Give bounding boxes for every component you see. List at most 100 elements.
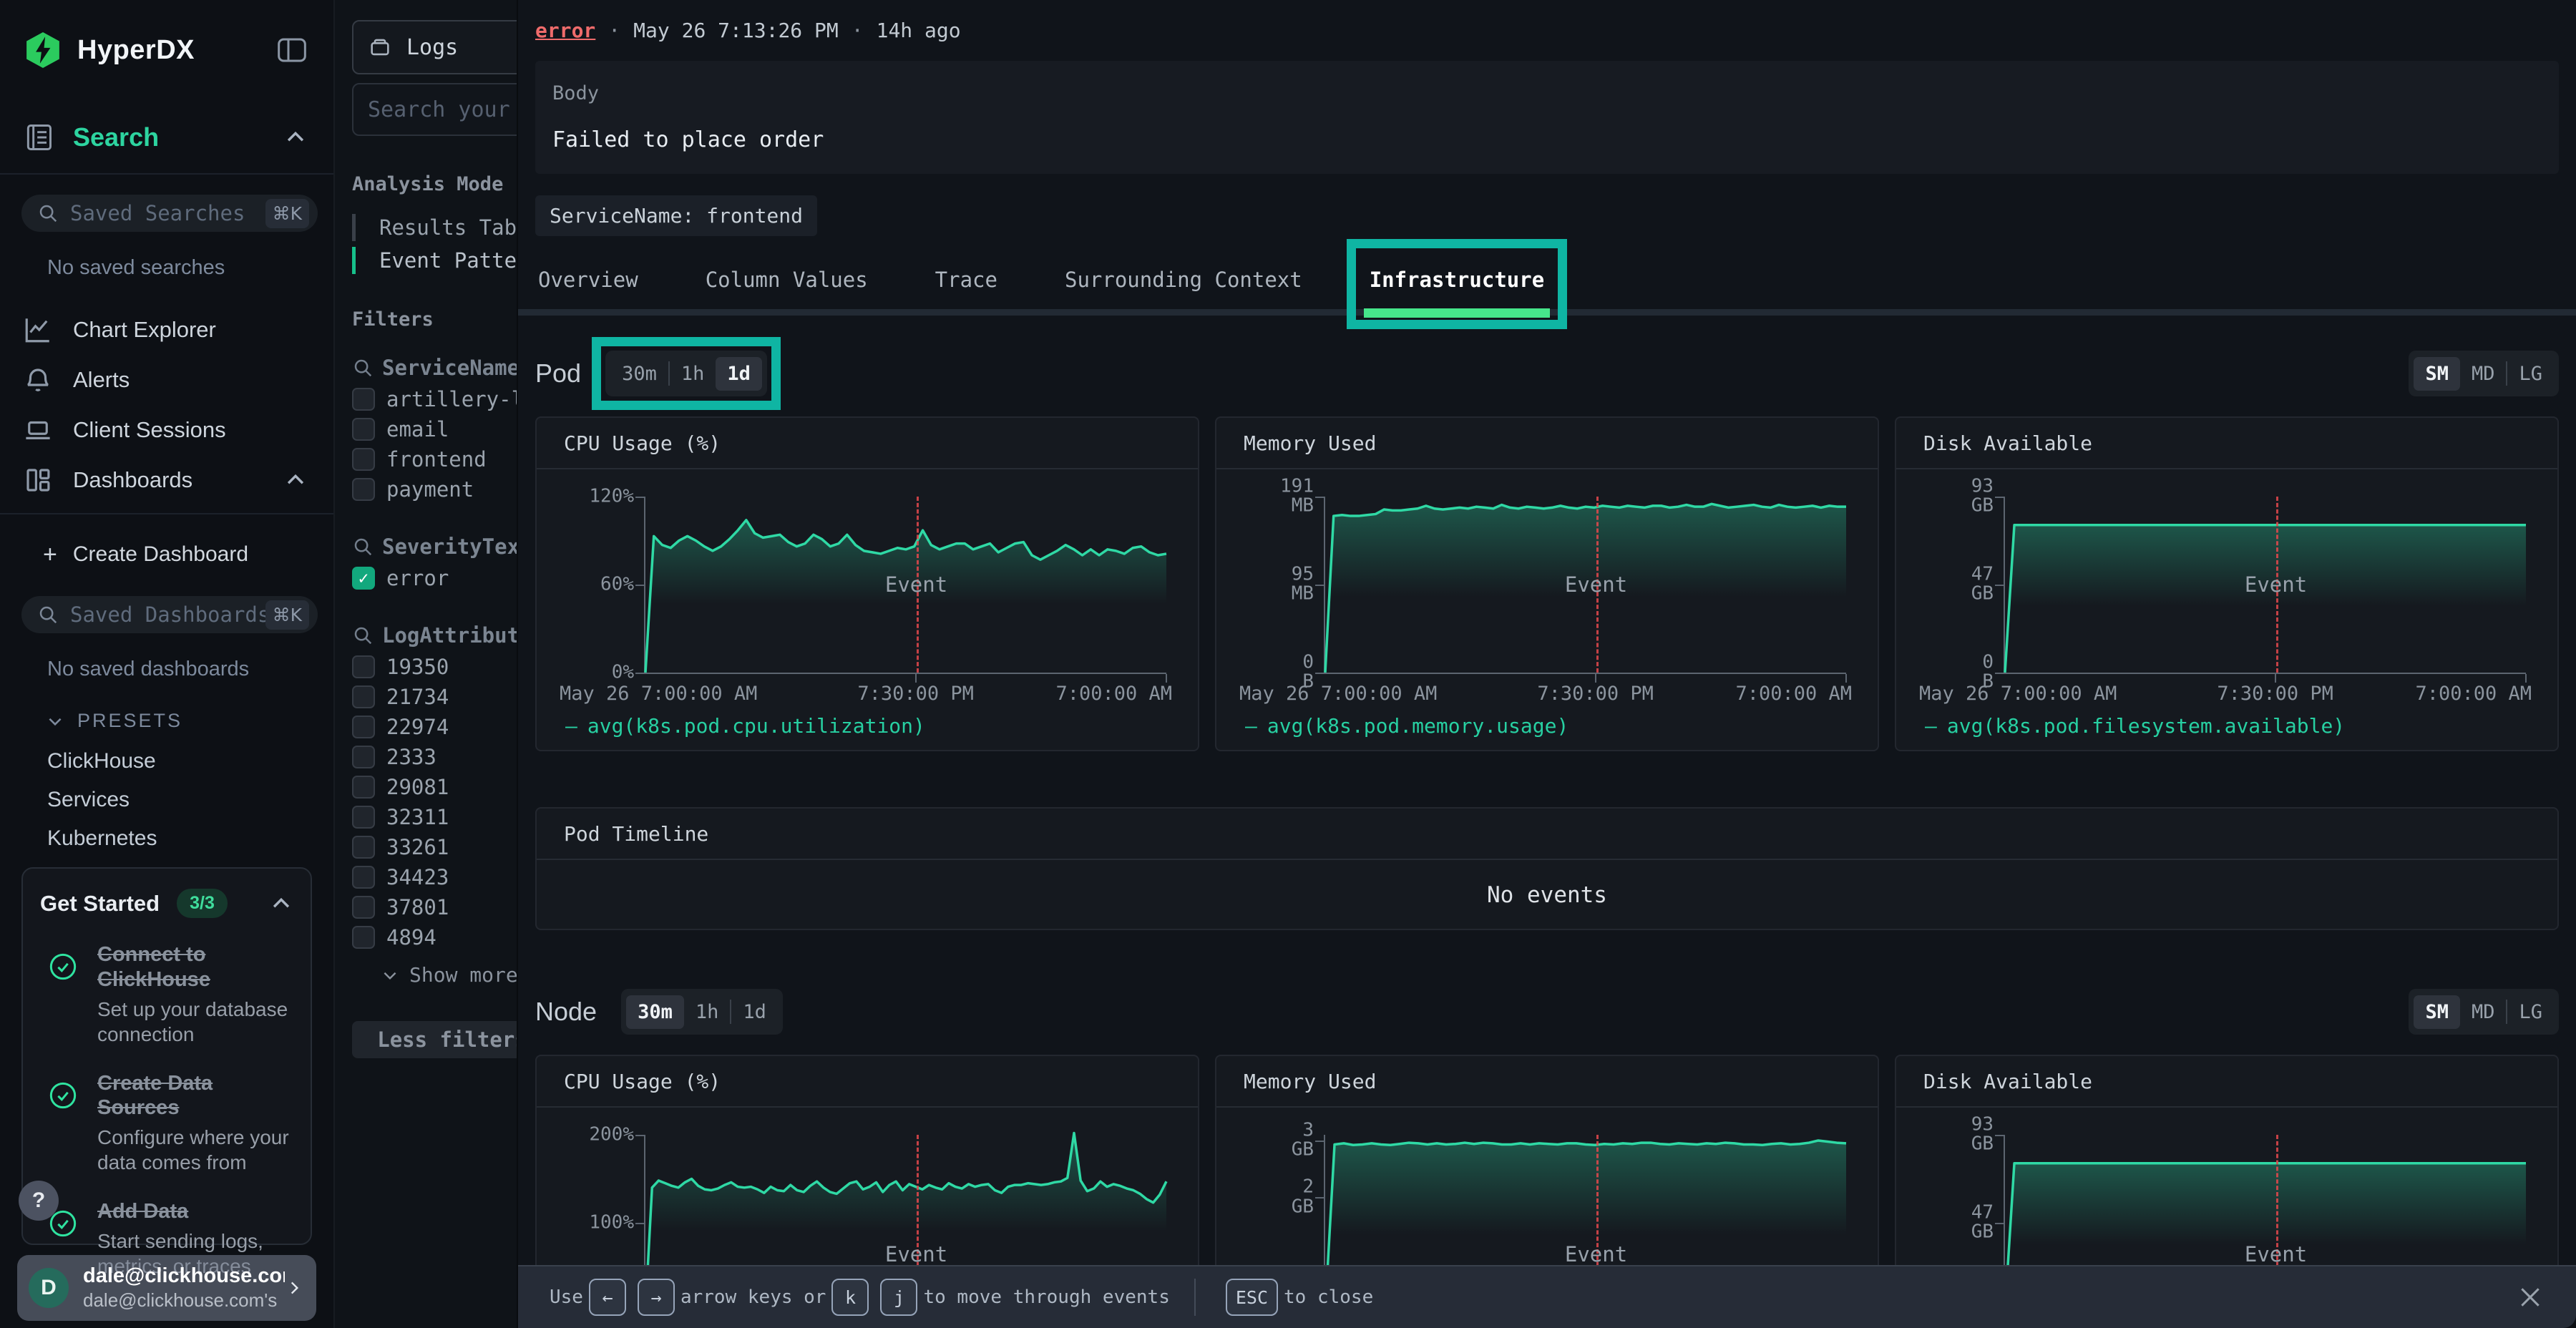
- tab-infrastructure[interactable]: Infrastructure: [1367, 258, 1547, 318]
- filter-option[interactable]: ✓37801: [352, 893, 517, 922]
- line-chart[interactable]: 3 GB2 GBEvent: [1216, 1108, 1878, 1265]
- severity-badge: error: [535, 19, 595, 42]
- event-navigation-footer: Use ← → arrow keys or k j to move throug…: [518, 1265, 2576, 1328]
- chart-title: Memory Used: [1244, 1070, 1376, 1093]
- get-started-item-sources[interactable]: Create Data Sources Configure where your…: [40, 1071, 293, 1176]
- event-relative-time: 14h ago: [877, 19, 961, 42]
- checkbox-icon[interactable]: ✓: [352, 478, 375, 501]
- search-icon[interactable]: [352, 357, 374, 379]
- tab-overview[interactable]: Overview: [535, 258, 641, 318]
- sidebar-section-search[interactable]: Search: [0, 117, 333, 157]
- line-chart[interactable]: 120%60%0%EventMay 26 7:00:00 AM7:30:00 P…: [537, 469, 1198, 738]
- sidebar-collapse-icon[interactable]: [276, 36, 308, 64]
- preset-clickhouse[interactable]: ClickHouse: [0, 742, 333, 781]
- node-range-1h[interactable]: 1h: [684, 995, 731, 1029]
- filter-option[interactable]: ✓ email: [352, 415, 517, 444]
- user-account-card[interactable]: D dale@clickhouse.com dale@clickhouse.co…: [17, 1255, 316, 1321]
- chevron-up-icon[interactable]: [283, 468, 308, 492]
- show-more-button[interactable]: Show more: [371, 963, 517, 987]
- filter-option[interactable]: ✓21734: [352, 683, 517, 711]
- checkbox-icon[interactable]: ✓: [352, 418, 375, 441]
- filter-option[interactable]: ✓33261: [352, 833, 517, 861]
- filter-option[interactable]: ✓22974: [352, 713, 517, 741]
- mode-event-patterns[interactable]: Event Patterns: [352, 244, 517, 277]
- filter-option[interactable]: ✓ error: [352, 564, 517, 592]
- sidebar-item-alerts[interactable]: Alerts: [0, 356, 333, 404]
- less-filters-button[interactable]: Less filters: [352, 1021, 517, 1058]
- pod-range-1h[interactable]: 1h: [670, 357, 716, 391]
- checkbox-icon[interactable]: ✓: [352, 685, 375, 708]
- shortcut-badge: ⌘K: [265, 600, 309, 630]
- checkbox-checked-icon[interactable]: ✓: [352, 567, 375, 590]
- line-chart[interactable]: 200%100%Event: [537, 1108, 1198, 1265]
- sidebar-item-chart-explorer[interactable]: Chart Explorer: [0, 306, 333, 354]
- node-chart-size-control: SM MD LG: [2409, 989, 2559, 1035]
- create-dashboard-button[interactable]: + Create Dashboard: [0, 533, 333, 576]
- checkbox-icon[interactable]: ✓: [352, 806, 375, 829]
- search-icon[interactable]: [352, 536, 374, 557]
- node-size-sm[interactable]: SM: [2414, 995, 2460, 1029]
- pod-size-lg[interactable]: LG: [2507, 357, 2554, 391]
- filter-group-servicename: ServiceName ✓ artillery-loa ✓ email ✓ fr…: [352, 352, 517, 504]
- filter-option[interactable]: ✓34423: [352, 863, 517, 892]
- filter-option[interactable]: ✓ payment: [352, 475, 517, 504]
- filter-option[interactable]: ✓32311: [352, 803, 517, 831]
- event-search-input[interactable]: [352, 83, 517, 136]
- tab-trace[interactable]: Trace: [932, 258, 1000, 318]
- checkbox-icon[interactable]: ✓: [352, 746, 375, 768]
- checkbox-icon[interactable]: ✓: [352, 836, 375, 859]
- preset-services[interactable]: Services: [0, 781, 333, 819]
- pod-size-md[interactable]: MD: [2460, 357, 2507, 391]
- tab-surrounding-context[interactable]: Surrounding Context: [1062, 258, 1305, 318]
- filter-option[interactable]: ✓2333: [352, 743, 517, 771]
- node-size-lg[interactable]: LG: [2507, 995, 2554, 1029]
- service-name-tag[interactable]: ServiceName: frontend: [535, 195, 817, 236]
- esc-key: ESC: [1226, 1279, 1278, 1316]
- get-started-item-connect[interactable]: Connect to ClickHouse Set up your databa…: [40, 942, 293, 1047]
- chart-title: Memory Used: [1244, 431, 1376, 455]
- checkbox-icon[interactable]: ✓: [352, 388, 375, 411]
- pod-size-sm[interactable]: SM: [2414, 357, 2460, 391]
- node-size-md[interactable]: MD: [2460, 995, 2507, 1029]
- filter-option[interactable]: ✓ artillery-loa: [352, 385, 517, 414]
- checkbox-icon[interactable]: ✓: [352, 716, 375, 738]
- chevron-up-icon[interactable]: [283, 125, 308, 150]
- checkbox-icon[interactable]: ✓: [352, 776, 375, 799]
- filter-option[interactable]: ✓4894: [352, 923, 517, 952]
- saved-searches-field[interactable]: [70, 201, 265, 225]
- node-range-1d[interactable]: 1d: [731, 995, 778, 1029]
- node-disk-chart-card: Disk Available 93 GB47 GBEvent: [1895, 1055, 2559, 1265]
- pod-timeline-title: Pod Timeline: [564, 822, 708, 846]
- pod-range-1d[interactable]: 1d: [716, 357, 762, 391]
- search-icon[interactable]: [352, 625, 374, 646]
- saved-searches-input[interactable]: ⌘K: [21, 195, 318, 232]
- close-icon[interactable]: [2516, 1283, 2545, 1312]
- chevron-up-icon[interactable]: [269, 892, 293, 916]
- help-button[interactable]: ?: [19, 1181, 59, 1221]
- mode-results-table[interactable]: Results Table: [352, 211, 517, 244]
- checkbox-icon[interactable]: ✓: [352, 896, 375, 919]
- checkbox-icon[interactable]: ✓: [352, 655, 375, 678]
- event-search-field[interactable]: [368, 97, 517, 122]
- checkbox-icon[interactable]: ✓: [352, 866, 375, 889]
- pod-chart-size-control: SM MD LG: [2409, 351, 2559, 396]
- checkbox-icon[interactable]: ✓: [352, 926, 375, 949]
- line-chart[interactable]: 93 GB47 GBEvent: [1896, 1108, 2557, 1265]
- pod-range-30m[interactable]: 30m: [610, 357, 668, 391]
- tab-column-values[interactable]: Column Values: [703, 258, 871, 318]
- checkbox-icon[interactable]: ✓: [352, 448, 375, 471]
- preset-kubernetes[interactable]: Kubernetes: [0, 819, 333, 858]
- sidebar-item-client-sessions[interactable]: Client Sessions: [0, 406, 333, 454]
- filter-option[interactable]: ✓19350: [352, 653, 517, 681]
- line-chart[interactable]: 191 MB95 MB0 BEventMay 26 7:00:00 AM7:30…: [1216, 469, 1878, 738]
- saved-dashboards-field[interactable]: [70, 602, 265, 627]
- presets-toggle[interactable]: PRESETS: [0, 710, 333, 732]
- line-chart[interactable]: 93 GB47 GB0 BEventMay 26 7:00:00 AM7:30:…: [1896, 469, 2557, 738]
- filter-option[interactable]: ✓29081: [352, 773, 517, 801]
- saved-dashboards-input[interactable]: ⌘K: [21, 596, 318, 633]
- source-select[interactable]: Logs: [352, 20, 517, 74]
- node-range-30m[interactable]: 30m: [626, 995, 684, 1029]
- sidebar-item-dashboards[interactable]: Dashboards: [0, 456, 333, 504]
- filter-option[interactable]: ✓ frontend: [352, 445, 517, 474]
- divider: [0, 173, 333, 175]
